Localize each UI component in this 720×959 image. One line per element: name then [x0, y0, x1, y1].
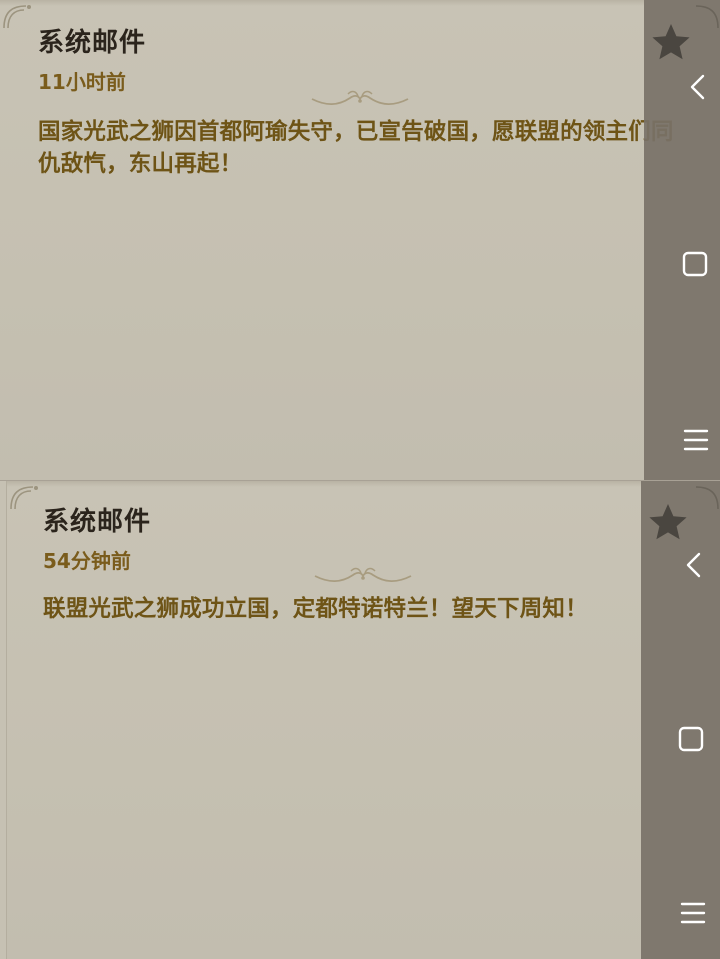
star-icon[interactable]	[648, 502, 688, 542]
chevron-left-icon[interactable]	[679, 550, 709, 580]
star-icon[interactable]	[651, 22, 691, 62]
menu-icon[interactable]	[681, 425, 711, 455]
mail-panel-2: 系统邮件 54分钟前 联盟光武之狮成功立国，定都特诺特兰！望天下周知！	[0, 481, 720, 959]
mail-title: 系统邮件	[38, 28, 147, 58]
paper-edge	[7, 481, 641, 487]
square-icon[interactable]	[676, 724, 706, 754]
chevron-left-icon[interactable]	[683, 72, 713, 102]
mail-panel-1: 系统邮件 11小时前 国家光武之狮因首都阿瑜失守，已宣告破国，愿联盟的领主们同仇…	[0, 0, 720, 480]
mail-timestamp: 54分钟前	[43, 549, 131, 573]
mail-body: 国家光武之狮因首都阿瑜失守，已宣告破国，愿联盟的领主们同仇敌忾，东山再起！	[38, 119, 674, 177]
flourish-divider-icon	[314, 567, 412, 583]
paper-edge	[0, 0, 644, 6]
menu-icon[interactable]	[678, 898, 708, 928]
mail-title: 系统邮件	[43, 507, 152, 537]
mail-body: 联盟光武之狮成功立国，定都特诺特兰！望天下周知！	[43, 596, 588, 622]
ornament-corner-icon	[3, 5, 31, 29]
flourish-divider-icon	[311, 90, 409, 106]
mail-timestamp: 11小时前	[38, 70, 126, 94]
square-icon[interactable]	[680, 249, 710, 279]
